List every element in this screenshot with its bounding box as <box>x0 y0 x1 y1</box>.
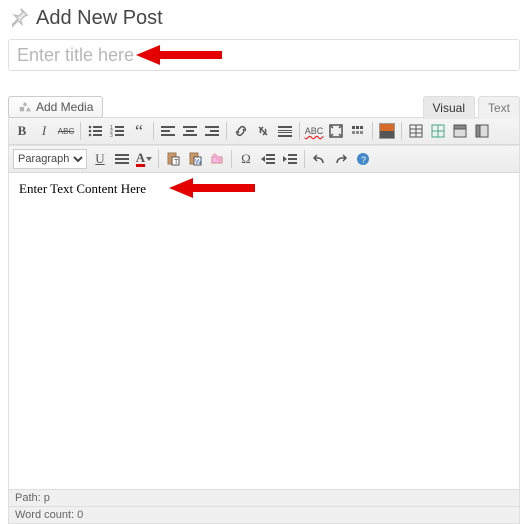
tab-text[interactable]: Text <box>478 96 520 119</box>
toolbar-row-2: Paragraph U A T W Ω ? <box>9 145 519 173</box>
status-path-bar: Path: p <box>9 489 519 506</box>
content-editor[interactable]: Enter Text Content Here <box>9 173 519 489</box>
redo-button[interactable] <box>331 149 351 169</box>
page-title: Add New Post <box>36 7 163 30</box>
align-left-button[interactable] <box>158 121 178 141</box>
svg-text:T: T <box>174 159 179 166</box>
svg-text:?: ? <box>361 155 366 165</box>
undo-button[interactable] <box>309 149 329 169</box>
clear-formatting-button[interactable] <box>207 149 227 169</box>
align-center-button[interactable] <box>180 121 200 141</box>
more-tag-button[interactable] <box>275 121 295 141</box>
bulleted-list-button[interactable] <box>85 121 105 141</box>
italic-button[interactable]: I <box>34 121 54 141</box>
paste-word-button[interactable]: W <box>185 149 205 169</box>
pin-icon <box>8 6 30 31</box>
status-wordcount-bar: Word count: 0 <box>9 506 519 523</box>
blockquote-button[interactable]: “ <box>129 121 149 141</box>
outdent-button[interactable] <box>258 149 278 169</box>
align-justify-button[interactable] <box>112 149 132 169</box>
format-select[interactable]: Paragraph <box>13 149 87 169</box>
strikethrough-button[interactable]: ABC <box>56 121 76 141</box>
special-char-button[interactable]: Ω <box>236 149 256 169</box>
add-media-button[interactable]: Add Media <box>8 96 103 118</box>
unlink-button[interactable] <box>253 121 273 141</box>
forms-button[interactable] <box>377 121 397 141</box>
table-button-2[interactable] <box>428 121 448 141</box>
svg-text:3: 3 <box>110 133 113 138</box>
spellcheck-button[interactable]: ABC <box>304 121 324 141</box>
post-title-input[interactable] <box>8 39 520 71</box>
table-button-3[interactable] <box>450 121 470 141</box>
wordcount-value: 0 <box>77 509 83 521</box>
content-placeholder-text: Enter Text Content Here <box>19 181 146 196</box>
add-media-label: Add Media <box>36 100 93 114</box>
path-value: p <box>44 492 50 504</box>
text-color-button[interactable]: A <box>134 149 154 169</box>
link-button[interactable] <box>231 121 251 141</box>
bold-button[interactable]: B <box>12 121 32 141</box>
indent-button[interactable] <box>280 149 300 169</box>
annotation-arrow-content <box>169 176 255 200</box>
kitchen-sink-button[interactable] <box>348 121 368 141</box>
help-button[interactable]: ? <box>353 149 373 169</box>
table-button-1[interactable] <box>406 121 426 141</box>
table-button-4[interactable] <box>472 121 492 141</box>
tab-visual[interactable]: Visual <box>423 96 475 119</box>
paste-text-button[interactable]: T <box>163 149 183 169</box>
align-right-button[interactable] <box>202 121 222 141</box>
underline-button[interactable]: U <box>90 149 110 169</box>
path-label: Path: <box>15 492 41 504</box>
toolbar-row-1: B I ABC 123 “ ABC <box>9 118 519 145</box>
editor-container: B I ABC 123 “ ABC Paragraph U A <box>8 117 520 524</box>
fullscreen-button[interactable] <box>326 121 346 141</box>
svg-text:W: W <box>195 159 202 166</box>
numbered-list-button[interactable]: 123 <box>107 121 127 141</box>
wordcount-label: Word count: <box>15 509 74 521</box>
media-icon <box>18 100 32 114</box>
